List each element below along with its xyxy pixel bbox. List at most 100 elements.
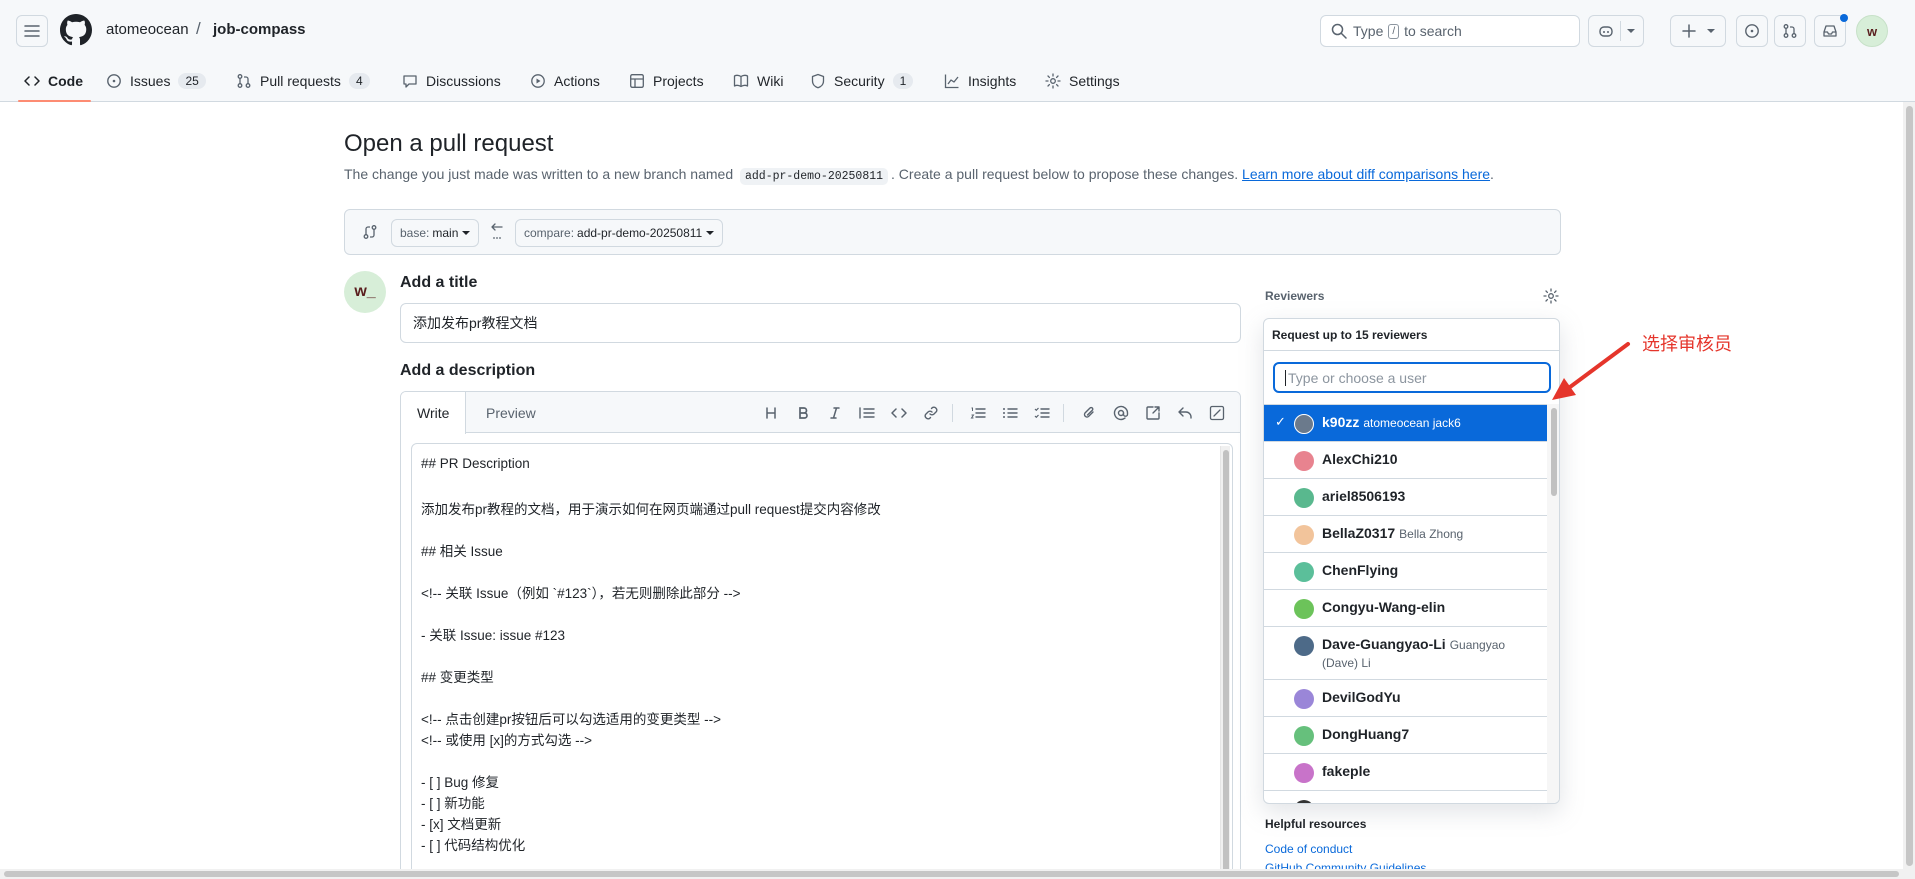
- mention-icon[interactable]: [1111, 403, 1131, 423]
- textarea-scrollbar[interactable]: [1220, 446, 1230, 879]
- tab-insights[interactable]: Insights: [944, 60, 1016, 102]
- reviewer-item[interactable]: DevilGodYu: [1264, 680, 1547, 717]
- issues-button[interactable]: [1736, 15, 1768, 47]
- reviewer-item[interactable]: fakeple: [1264, 754, 1547, 791]
- quote-icon[interactable]: [857, 403, 877, 423]
- tab-issues[interactable]: Issues 25: [106, 60, 206, 102]
- search-shortcut-key: /: [1388, 23, 1400, 39]
- tab-settings[interactable]: Settings: [1045, 60, 1120, 102]
- reviewer-filter-input[interactable]: Type or choose a user: [1273, 362, 1551, 393]
- reviewer-item[interactable]: Congyu-Wang-elin: [1264, 590, 1547, 627]
- link-icon[interactable]: [921, 403, 941, 423]
- attachment-icon[interactable]: [1079, 403, 1099, 423]
- reviewer-item[interactable]: ariel8506193: [1264, 479, 1547, 516]
- dropdown-scrollbar[interactable]: [1547, 404, 1559, 803]
- pr-title-input[interactable]: 添加发布pr教程文档: [400, 303, 1241, 343]
- tab-wiki[interactable]: Wiki: [733, 60, 783, 102]
- tab-write[interactable]: Write: [401, 392, 467, 434]
- reviewer-item[interactable]: ✓ k90zz atomeocean jack6: [1264, 405, 1547, 442]
- shield-icon: [811, 73, 825, 89]
- tab-count: 25: [178, 73, 206, 89]
- description-line: - 关联 Issue: issue #123: [421, 628, 566, 643]
- reviewer-item[interactable]: GentleYu: [1264, 791, 1547, 803]
- task-list-icon[interactable]: [1032, 403, 1052, 423]
- pull-requests-button[interactable]: [1774, 15, 1806, 47]
- add-description-label: Add a description: [400, 362, 536, 379]
- scrollbar-thumb[interactable]: [1223, 450, 1229, 879]
- tab-actions[interactable]: Actions: [530, 60, 600, 102]
- tab-preview[interactable]: Preview: [470, 392, 552, 434]
- branch-compare-bar: base: main compare: add-pr-demo-20250811: [344, 209, 1561, 255]
- annotation-label: 选择审核员: [1642, 334, 1732, 354]
- reviewer-avatar: [1294, 636, 1314, 656]
- annotation-arrow: [1552, 342, 1630, 400]
- unordered-list-icon[interactable]: [1000, 403, 1020, 423]
- github-logo-icon[interactable]: [60, 14, 92, 46]
- gear-icon[interactable]: [1543, 288, 1559, 304]
- toolbar-divider: [1063, 404, 1064, 422]
- reviewer-item[interactable]: Dave-Guangyao-Li Guangyao (Dave) Li: [1264, 627, 1547, 680]
- notification-indicator: [1840, 14, 1848, 22]
- subtitle-period: .: [1490, 166, 1494, 182]
- comment-icon: [403, 75, 417, 88]
- compare-label: compare:: [524, 226, 575, 240]
- horizontal-scrollbar[interactable]: [0, 869, 1903, 879]
- user-avatar[interactable]: w: [1856, 15, 1888, 47]
- description-textarea[interactable]: ## PR Description 添加发布pr教程的文档，用于演示如何在网页端…: [411, 443, 1233, 879]
- toolbar-divider: [952, 404, 953, 422]
- helpful-resources-label: Helpful resources: [1265, 817, 1367, 831]
- reviewers-dropdown: Request up to 15 reviewers Type or choos…: [1263, 318, 1560, 804]
- base-branch-select[interactable]: base: main: [391, 219, 480, 247]
- reviewer-username: DevilGodYu: [1322, 689, 1401, 705]
- cross-reference-icon[interactable]: [1143, 403, 1163, 423]
- description-line: <!-- 或使用 [x]的方式勾选 -->: [421, 733, 593, 748]
- reply-icon[interactable]: [1175, 403, 1195, 423]
- breadcrumb-repo[interactable]: job-compass: [213, 21, 306, 38]
- italic-icon[interactable]: [825, 403, 845, 423]
- issue-icon: [107, 74, 121, 88]
- reviewer-avatar: [1294, 763, 1314, 783]
- scrollbar-thumb[interactable]: [1906, 106, 1913, 866]
- tab-discussions[interactable]: Discussions: [402, 60, 501, 102]
- reviewer-username: Dave-Guangyao-Li: [1322, 636, 1446, 652]
- heading-icon[interactable]: [761, 403, 781, 423]
- code-icon: [24, 76, 40, 86]
- tab-count: 4: [348, 73, 370, 89]
- compare-branch-select[interactable]: compare: add-pr-demo-20250811: [515, 219, 724, 247]
- learn-more-link[interactable]: Learn more about diff comparisons here: [1242, 166, 1490, 182]
- code-icon[interactable]: [889, 403, 909, 423]
- page-scrollbar[interactable]: [1903, 102, 1915, 879]
- avatar-initial: w_: [354, 283, 376, 300]
- issue-icon: [1745, 24, 1759, 38]
- tab-code[interactable]: Code: [18, 60, 91, 102]
- create-new-button[interactable]: [1670, 15, 1726, 47]
- reviewer-item[interactable]: ChenFlying: [1264, 553, 1547, 590]
- code-of-conduct-link[interactable]: Code of conduct: [1265, 842, 1352, 856]
- reviewer-username: GentleYu: [1322, 800, 1383, 803]
- description-line: - [x] 文档更新: [421, 817, 502, 832]
- ordered-list-icon[interactable]: [968, 403, 988, 423]
- reviewer-item[interactable]: BellaZ0317 Bella Zhong: [1264, 516, 1547, 553]
- scrollbar-thumb[interactable]: [1551, 408, 1557, 496]
- breadcrumb-owner[interactable]: atomeocean: [106, 21, 189, 38]
- tab-projects[interactable]: Projects: [629, 60, 704, 102]
- description-line: - [ ] Bug 修复: [421, 775, 500, 790]
- reviewer-item[interactable]: AlexChi210: [1264, 442, 1547, 479]
- slash-commands-icon[interactable]: [1207, 403, 1227, 423]
- tab-security[interactable]: Security 1: [810, 60, 914, 102]
- tab-label: Projects: [653, 73, 704, 89]
- copilot-button[interactable]: [1588, 15, 1644, 47]
- reviewer-avatar: [1294, 414, 1314, 434]
- description-line: 添加发布pr教程的文档，用于演示如何在网页端通过pull request提交内容…: [421, 502, 881, 517]
- copilot-icon: [1598, 26, 1613, 37]
- description-editor: Write Preview ## PR Description 添加发布pr教程…: [400, 391, 1241, 879]
- description-line: - [ ] 代码结构优化: [421, 838, 526, 853]
- scrollbar-thumb[interactable]: [4, 871, 1899, 877]
- reviewer-item[interactable]: DongHuang7: [1264, 717, 1547, 754]
- search-icon: [1331, 23, 1347, 39]
- bold-icon[interactable]: [793, 403, 813, 423]
- tab-pull-requests[interactable]: Pull requests 4: [236, 60, 370, 102]
- menu-button[interactable]: [16, 15, 48, 47]
- search-input[interactable]: Type / to search: [1320, 15, 1580, 47]
- reviewer-avatar: [1294, 726, 1314, 746]
